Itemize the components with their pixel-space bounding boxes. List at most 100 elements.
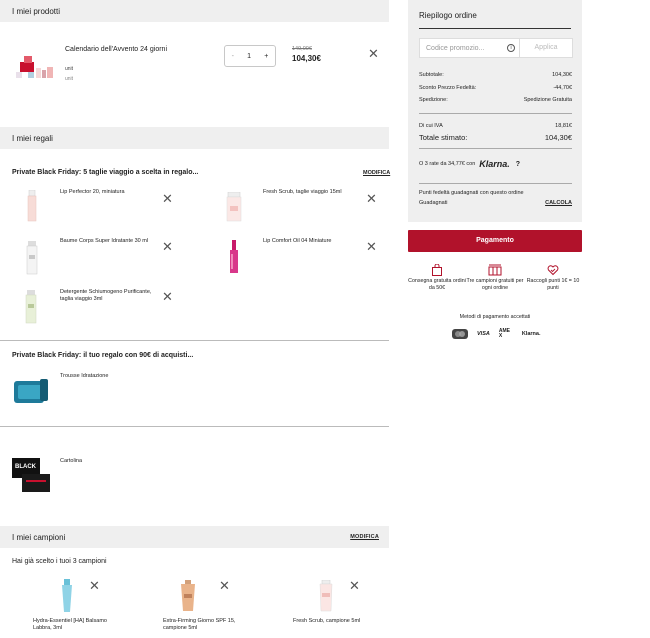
samples-edit-link[interactable]: MODIFICA <box>350 534 379 540</box>
total-value: 104,30€ <box>544 133 572 142</box>
gift-group2-title: Private Black Friday: il tuo regalo con … <box>12 352 194 359</box>
info-icon[interactable]: i <box>507 44 515 52</box>
remove-sample-icon[interactable]: ✕ <box>349 579 360 592</box>
shipping-row: Spedizione: Spedizione Gratuita <box>419 97 572 103</box>
qty-value[interactable]: 1 <box>247 53 251 60</box>
payment-methods: VISA AMEX Klarna. <box>452 329 541 339</box>
gift-item-name: Lip Perfector 20, miniatura <box>60 189 125 195</box>
gift-item-name: Baume Corps Super Idratante 30 ml <box>60 238 149 244</box>
gift-item-name: Trousse Idratazione <box>60 373 109 379</box>
mastercard-icon <box>452 329 468 339</box>
samples-section-header: I miei campioni MODIFICA <box>0 526 389 548</box>
summary-title-underline <box>419 28 571 29</box>
cartolina-image: BLACK <box>12 458 50 492</box>
feature-text: Consegna gratuita ordini da 50€ <box>408 278 466 291</box>
extra-firming-image <box>181 580 195 611</box>
discount-row: Sconto Prezzo Fedeltà: -44,70€ <box>419 85 572 91</box>
lip-comfort-oil-image <box>230 240 238 273</box>
divider <box>0 340 389 341</box>
qty-minus-button[interactable]: - <box>232 53 234 60</box>
subtotal-row: Subtotale: 104,30€ <box>419 72 572 78</box>
sample-item-name: Hydra-Essentiel [HA] Balsamo Labbra, 3ml <box>33 618 107 631</box>
gift-item-name: Cartolina <box>60 458 83 464</box>
klarna-text: O 3 rate da 34,77€ con <box>419 161 476 167</box>
points-row: Punti fedeltà guadagnati con questo ordi… <box>419 190 572 196</box>
divider <box>0 426 389 427</box>
samples-subtitle: Hai già scelto i tuoi 3 campioni <box>12 558 107 565</box>
checkout-button[interactable]: Pagamento <box>408 230 582 252</box>
payment-methods-title: Metodi di pagamento accettati <box>459 314 531 320</box>
shipping-value: Spedizione Gratuita <box>523 97 572 103</box>
gifts-section-header: I miei regali <box>0 127 389 149</box>
calculate-link[interactable]: CALCOLA <box>545 200 572 206</box>
fresh-scrub-sample-image <box>319 580 333 612</box>
amex-icon: AMEX <box>498 328 510 339</box>
gift-item-name: Fresh Scrub, taglie viaggio 15ml <box>263 189 342 195</box>
divider <box>419 183 572 184</box>
remove-gift-icon[interactable]: ✕ <box>366 192 377 205</box>
svg-text:BLACK: BLACK <box>15 464 37 470</box>
feature-text: Raccogli punti 1€ = 10 punti <box>526 278 580 291</box>
hydra-essentiel-image <box>62 579 72 612</box>
points-text: Punti fedeltà guadagnati con questo ordi… <box>419 190 524 196</box>
divider <box>419 148 572 149</box>
quantity-stepper: - 1 + <box>224 45 276 67</box>
fresh-scrub-image <box>226 192 242 222</box>
baume-corps-image <box>26 241 38 275</box>
remove-sample-icon[interactable]: ✕ <box>89 579 100 592</box>
trousse-image <box>14 379 48 403</box>
feature-samples: Tre campioni gratuiti per ogni ordine <box>465 264 525 291</box>
remove-gift-icon[interactable]: ✕ <box>162 192 173 205</box>
product-row: Calendario dell'Avvento 24 giorni unit u… <box>0 0 389 100</box>
apply-button[interactable]: Applica <box>519 38 573 58</box>
earned-row: Guadagnati CALCOLA <box>419 200 572 206</box>
visa-icon: VISA <box>477 331 490 337</box>
klarna-info-icon[interactable]: ? <box>516 161 520 168</box>
remove-gift-icon[interactable]: ✕ <box>162 240 173 253</box>
gifts-header: I miei regali <box>12 133 53 143</box>
samples-icon <box>488 264 502 276</box>
sample-item-name: Fresh Scrub, campione 5ml <box>293 618 361 624</box>
old-price: 149,00€ <box>292 46 312 52</box>
heart-icon <box>547 265 559 276</box>
earned-label: Guadagnati <box>419 200 448 206</box>
remove-gift-icon[interactable]: ✕ <box>366 240 377 253</box>
sample-item-name: Extra-Firming Giorno SPF 15, campione 5m… <box>163 618 236 631</box>
remove-gift-icon[interactable]: ✕ <box>162 290 173 303</box>
shipping-label: Spedizione: <box>419 97 448 103</box>
subtotal-label: Subtotale: <box>419 72 444 78</box>
cart-main: I miei prodotti Calendario dell'Avvento … <box>0 0 390 631</box>
product-unit: unit <box>65 66 74 72</box>
vat-value: 18,81€ <box>555 123 572 129</box>
shopping-bag-icon <box>432 264 442 276</box>
price: 104,30€ <box>292 54 321 63</box>
gift-group1-edit-link[interactable]: MODIFICA <box>363 170 390 176</box>
discount-value: -44,70€ <box>553 85 572 91</box>
promo-code-input[interactable]: Codice promozio... i <box>419 38 520 58</box>
detergente-image <box>25 290 37 324</box>
vat-label: Di cui IVA <box>419 123 443 129</box>
feature-points: Raccogli punti 1€ = 10 punti <box>523 264 583 291</box>
klarna-icon: Klarna. <box>521 331 541 337</box>
remove-sample-icon[interactable]: ✕ <box>219 579 230 592</box>
klarna-row: O 3 rate da 34,77€ con Klarna. ? <box>419 159 572 169</box>
product-unit-secondary: unit <box>65 76 74 82</box>
gift-item-name: Lip Comfort Oil 04 Miniature <box>263 238 332 244</box>
total-label: Totale stimato: <box>419 133 468 142</box>
qty-plus-button[interactable]: + <box>264 53 268 60</box>
remove-product-icon[interactable]: ✕ <box>368 47 379 60</box>
feature-free-shipping: Consegna gratuita ordini da 50€ <box>407 264 467 291</box>
subtotal-value: 104,30€ <box>552 72 572 78</box>
total-row: Totale stimato: 104,30€ <box>419 133 572 142</box>
klarna-logo: Klarna. <box>479 159 510 169</box>
feature-text: Tre campioni gratuiti per ogni ordine <box>466 278 524 291</box>
vat-row: Di cui IVA 18,81€ <box>419 123 572 129</box>
lip-perfector-image <box>27 190 37 222</box>
promo-placeholder: Codice promozio... <box>426 45 485 52</box>
advent-calendar-image[interactable] <box>16 52 56 82</box>
discount-label: Sconto Prezzo Fedeltà: <box>419 85 477 91</box>
gift-group1-title: Private Black Friday: 5 taglie viaggio a… <box>12 169 199 176</box>
order-summary-card: Riepilogo ordine Codice promozio... i Ap… <box>408 0 582 222</box>
gift-item-name: Detergente Schiumogeno Purificante, tagl… <box>60 289 152 302</box>
product-name[interactable]: Calendario dell'Avvento 24 giorni <box>65 46 167 53</box>
